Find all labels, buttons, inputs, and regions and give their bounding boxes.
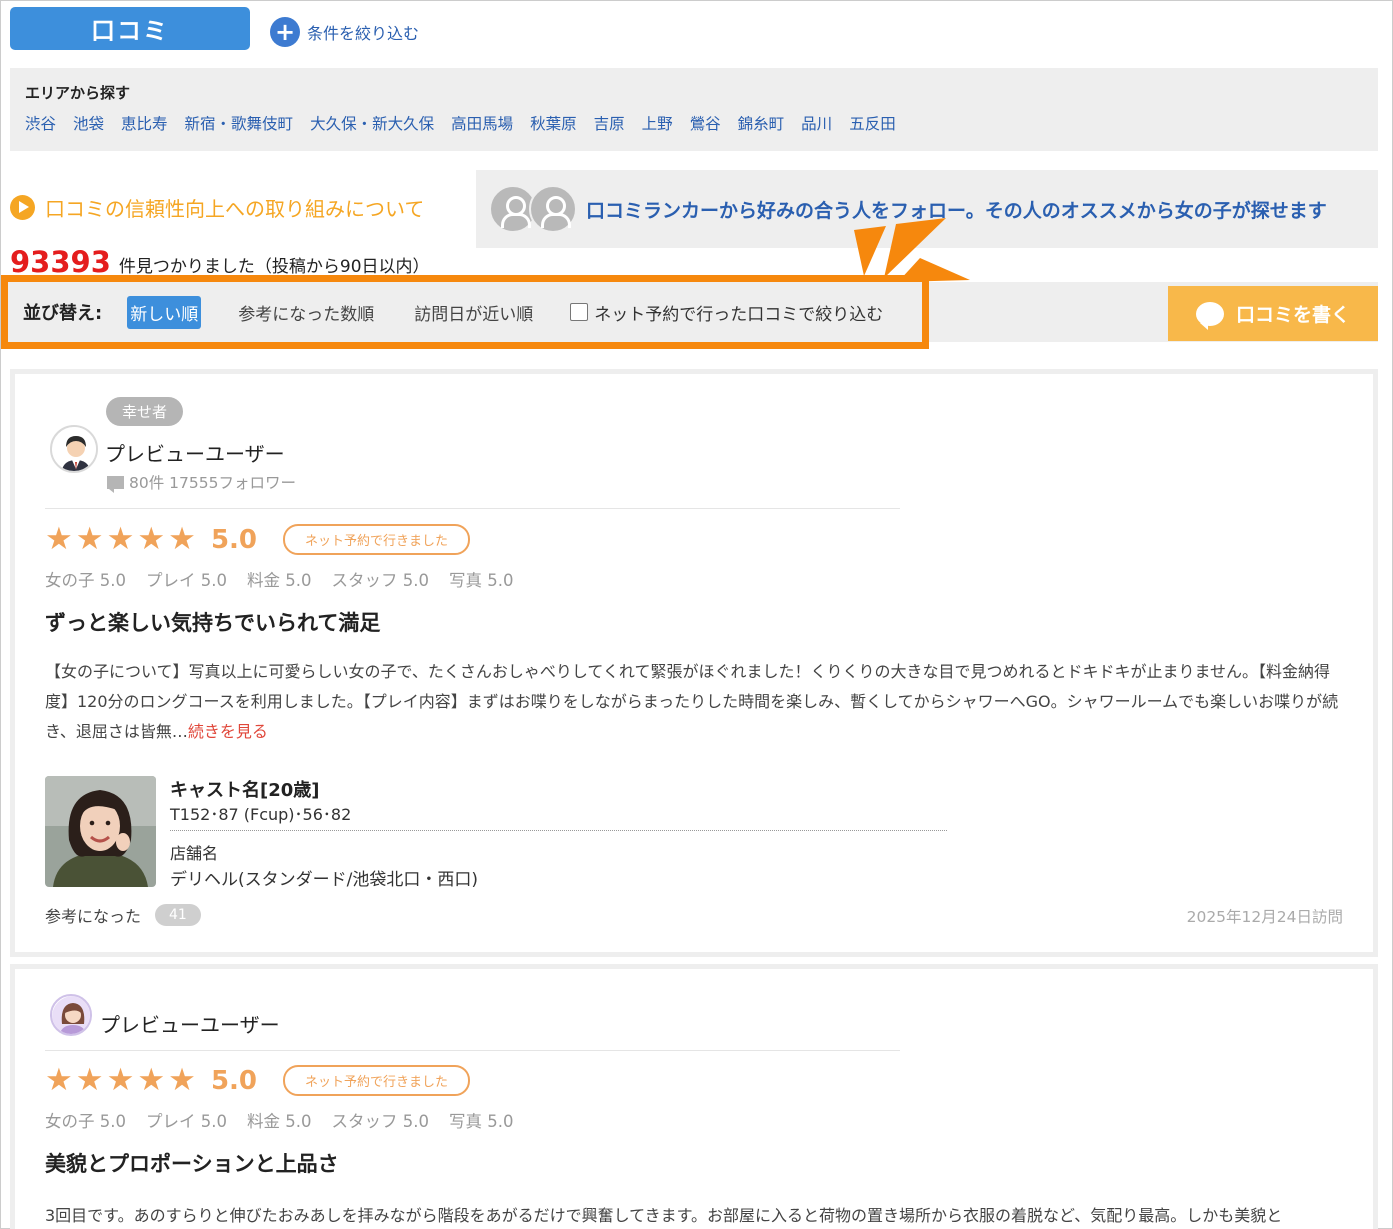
star-rating-icon: ★★★★★ [45,521,199,557]
shop-name[interactable]: デリヘル(スタンダード/池袋北口・西口) [170,865,478,890]
comment-icon [107,475,124,493]
sub-score-photo: 写真 5.0 [449,571,514,590]
user-meta-text: 80件 17555フォロワー [129,474,296,492]
trust-initiative-label: 口コミの信頼性向上への取り組みについて [45,197,425,221]
helpful-count: 41 [155,904,201,926]
area-link[interactable]: 高田馬場 [451,112,513,134]
sort-option-visit-date[interactable]: 訪問日が近い順 [411,296,536,329]
read-more-link[interactable]: 続きを見る [188,722,268,741]
user-silhouette-icon [529,185,577,233]
sub-score-play: プレイ 5.0 [146,1112,227,1131]
cast-name[interactable]: キャスト名[20歳] [170,776,320,802]
net-reservation-filter[interactable]: ネット予約で行った口コミで絞り込む [570,300,883,325]
area-link[interactable]: 鶯谷 [690,112,721,134]
cast-measurements: T152･87 (Fcup)･56･82 [170,805,352,824]
user-rank-badge: 幸せ者 [106,397,184,426]
sub-score-price: 料金 5.0 [247,571,312,590]
user-name[interactable]: プレビューユーザー [100,1009,280,1038]
divider [45,508,900,509]
review-card: プレビューユーザー ★★★★★ 5.0 ネット予約で行きました 女の子 5.0 … [10,964,1378,1229]
area-link[interactable]: 錦糸町 [738,112,785,134]
sub-score-staff: スタッフ 5.0 [331,571,430,590]
area-link[interactable]: 品川 [801,112,832,134]
area-link[interactable]: 大久保・新大久保 [310,112,434,134]
net-reservation-badge: ネット予約で行きました [283,524,471,555]
review-tab-button[interactable]: 口コミ [10,7,250,50]
user-meta: 80件 17555フォロワー [107,471,296,493]
results-count: 93393 件見つかりました（投稿から90日以内） [10,245,430,279]
review-body: 3回目です。あのすらりと伸びたおみあしを拝みながら階段をあがるだけで興奮してきま… [45,1201,1345,1229]
plus-circle-icon: + [270,17,300,47]
overall-score: 5.0 [210,1065,258,1096]
play-circle-icon [10,195,35,220]
review-body: 【女の子について】写真以上に可愛らしい女の子で、たくさんおしゃべりしてくれて緊張… [45,657,1345,747]
ranker-avatars [489,185,577,233]
highlight-arrows-icon [854,218,970,282]
sub-score-play: プレイ 5.0 [146,571,227,590]
user-avatar-male[interactable] [50,425,98,473]
area-link[interactable]: 吉原 [594,112,625,134]
review-title[interactable]: ずっと楽しい気持ちでいられて満足 [45,607,380,637]
helpful-button[interactable]: 参考になった 41 [45,903,201,927]
area-link[interactable]: 池袋 [73,112,104,134]
sub-scores: 女の子 5.0 プレイ 5.0 料金 5.0 スタッフ 5.0 写真 5.0 [45,1108,514,1132]
sort-option-most-helpful[interactable]: 参考になった数順 [235,296,377,329]
helpful-label: 参考になった [45,907,142,926]
user-name[interactable]: プレビューユーザー [105,438,285,467]
review-body-text: 3回目です。あのすらりと伸びたおみあしを拝みながら階段をあがるだけで興奮してきま… [45,1206,1283,1225]
area-link[interactable]: 秋葉原 [530,112,577,134]
sub-scores: 女の子 5.0 プレイ 5.0 料金 5.0 スタッフ 5.0 写真 5.0 [45,567,514,591]
net-reservation-checkbox[interactable] [570,303,589,321]
area-search-title: エリアから探す [25,84,131,102]
area-links: 渋谷 池袋 恵比寿 新宿・歌舞伎町 大久保・新大久保 高田馬場 秋葉原 吉原 上野 鶯谷 錦糸町 品川… [25,112,1363,134]
filter-conditions-link[interactable]: + 条件を絞り込む [270,17,419,47]
user-avatar-female[interactable] [50,994,92,1036]
sub-score-staff: スタッフ 5.0 [331,1112,430,1131]
speech-bubble-icon [1195,301,1224,330]
write-review-button[interactable]: 口コミを書く [1168,286,1378,341]
area-link[interactable]: 恵比寿 [121,112,168,134]
star-rating-icon: ★★★★★ [45,1062,199,1098]
sub-score-girl: 女の子 5.0 [45,1112,126,1131]
shop-label: 店舗名 [170,844,219,863]
results-count-label: 件見つかりました（投稿から90日以内） [118,257,430,277]
dotted-divider [170,830,947,831]
filter-conditions-label: 条件を絞り込む [307,24,420,43]
sort-title: 並び替え: [23,303,103,324]
rating-row: ★★★★★ 5.0 ネット予約で行きました [45,1062,471,1098]
overall-score: 5.0 [210,524,258,555]
review-card: 幸せ者 プレビューユーザー 80件 17555フォロワー ★★★★★ 5.0 ネ… [10,369,1378,957]
review-title[interactable]: 美貌とプロポーションと上品さ [45,1148,339,1178]
net-reservation-filter-label: ネット予約で行った口コミで絞り込む [594,304,884,325]
rating-row: ★★★★★ 5.0 ネット予約で行きました [45,521,471,557]
area-link[interactable]: 五反田 [849,112,896,134]
cast-photo[interactable] [45,776,156,887]
area-link[interactable]: 新宿・歌舞伎町 [185,112,294,134]
results-count-number: 93393 [10,245,111,279]
trust-initiative-link[interactable]: 口コミの信頼性向上への取り組みについて [10,193,424,222]
write-review-label: 口コミを書く [1235,304,1350,326]
area-link[interactable]: 上野 [642,112,673,134]
sort-option-newest[interactable]: 新しい順 [127,295,202,329]
area-link[interactable]: 渋谷 [25,112,56,134]
net-reservation-badge: ネット予約で行きました [283,1065,471,1096]
visit-date: 2025年12月24日訪問 [1186,908,1343,926]
sub-score-price: 料金 5.0 [247,1112,312,1131]
sort-bar: 並び替え: 新しい順 参考になった数順 訪問日が近い順 ネット予約で行った口コミ… [1,275,929,349]
sub-score-photo: 写真 5.0 [449,1112,514,1131]
area-search-panel: エリアから探す 渋谷 池袋 恵比寿 新宿・歌舞伎町 大久保・新大久保 高田馬場 秋葉原 吉原上… [10,68,1378,151]
sub-score-girl: 女の子 5.0 [45,571,126,590]
divider [45,1050,900,1051]
